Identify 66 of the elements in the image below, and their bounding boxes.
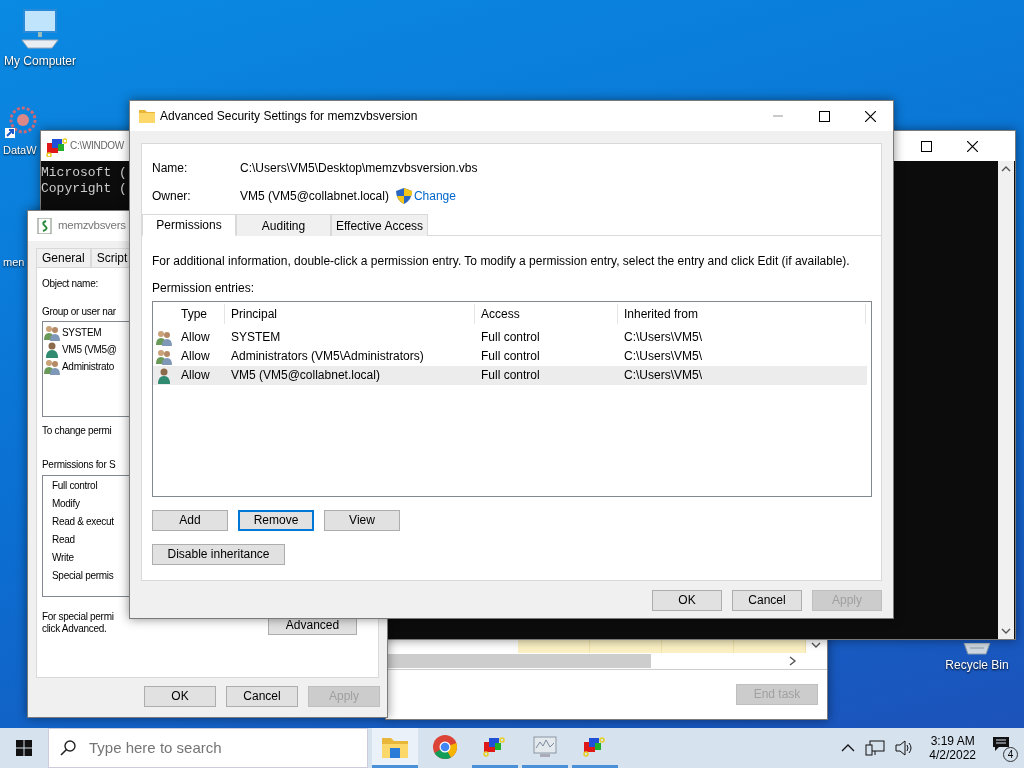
table-row[interactable]: Allow Administrators (VM5\Administrators) Full control C:\Users\VM5\ [153, 347, 867, 367]
table-row[interactable]: Allow VM5 (VM5@collabnet.local) Full control C:\Users\VM5\ [153, 366, 867, 386]
table-cell-text: Administrators (VM5\Administrators) [230, 348, 425, 366]
column-header[interactable]: Type [175, 304, 225, 325]
list-item: Read & execut [52, 516, 114, 530]
table-cell-text: C:\Users\VM5\ [623, 329, 703, 347]
list-item[interactable]: VM5 (VM5@ [62, 343, 117, 356]
dialog-button[interactable]: OK [652, 590, 722, 611]
field-label: Group or user nar [42, 306, 116, 319]
table-row[interactable]: Allow SYSTEM Full control C:\Users\VM5\ [153, 328, 867, 348]
desktop-icon-label[interactable]: men [3, 256, 25, 270]
console-text: Microsoft ( [41, 165, 127, 181]
table-cell-text: C:\Users\VM5\ [623, 367, 703, 385]
tab[interactable]: Effective Access [331, 214, 428, 237]
clock-date[interactable]: 4/2/2022 [929, 748, 976, 763]
dialog-button[interactable]: OK [144, 686, 216, 707]
window-title: memzvbsvers [58, 219, 126, 233]
dialog-button[interactable]: Cancel [226, 686, 298, 707]
table-cell-text: SYSTEM [230, 329, 282, 347]
list-item: Write [52, 552, 74, 566]
table-cell-text: Allow [180, 329, 211, 347]
disable-inheritance-button[interactable]: Disable inheritance [152, 544, 285, 566]
field-label: Object name: [42, 278, 98, 291]
change-link[interactable]: Change [413, 188, 456, 204]
column-header[interactable]: Principal [225, 304, 475, 325]
tab[interactable]: Auditing [236, 214, 331, 237]
tab[interactable]: General [36, 248, 91, 268]
dialog-button[interactable]: Cancel [732, 590, 802, 611]
notification-badge: 4 [1003, 747, 1018, 762]
column-header[interactable]: Inherited from [618, 304, 866, 325]
info-text: For additional information, double-click a permission entry. To modify a permission entry, select the entry and click Edit (if available). [152, 254, 850, 269]
hint-text: To change permi [42, 425, 112, 438]
table-cell-text: Allow [180, 367, 211, 385]
hint-text: click Advanced. [42, 623, 107, 636]
hint-text: For special permi [42, 611, 114, 624]
field-label: Name: [152, 160, 189, 176]
field-label: Owner: [152, 188, 192, 204]
clock-time[interactable]: 3:19 AM [930, 733, 975, 748]
list-item: Read [52, 534, 75, 548]
list-item: Full control [52, 480, 98, 494]
table-cell-text: Full control [480, 367, 541, 385]
field-label: Permission entries: [152, 280, 255, 296]
desktop-icon-label[interactable]: Recycle Bin [945, 658, 1009, 673]
column-header[interactable]: Access [475, 304, 618, 325]
desktop-icon-label[interactable]: My Computer [4, 54, 76, 69]
console-text: Copyright ( [41, 181, 127, 197]
table-cell-text: C:\Users\VM5\ [623, 348, 703, 366]
list-item: Special permis [52, 570, 114, 584]
action-button[interactable]: Add [152, 510, 228, 532]
table-cell-text: Full control [480, 329, 541, 347]
table-cell-text: VM5 (VM5@collabnet.local) [230, 367, 381, 385]
desktop-icon-label[interactable]: DataW [3, 144, 37, 158]
list-item[interactable]: Administrato [62, 360, 114, 373]
search-field[interactable]: Type here to search [48, 728, 368, 768]
window-title: Advanced Security Settings for memzvbsversion [160, 108, 418, 124]
tab[interactable]: Permissions [142, 214, 236, 237]
list-item: Modify [52, 498, 80, 512]
field-label: Permissions for S [42, 459, 116, 472]
table-cell-text: Allow [180, 348, 211, 366]
action-button[interactable]: View [324, 510, 400, 532]
field-value: VM5 (VM5@collabnet.local) [240, 188, 389, 204]
window-title: C:\WINDOW [70, 140, 124, 152]
list-item[interactable]: SYSTEM [62, 326, 102, 339]
field-value: C:\Users\VM5\Desktop\memzvbsversion.vbs [240, 160, 478, 176]
action-button[interactable]: Remove [238, 510, 314, 532]
table-cell-text: Full control [480, 348, 541, 366]
